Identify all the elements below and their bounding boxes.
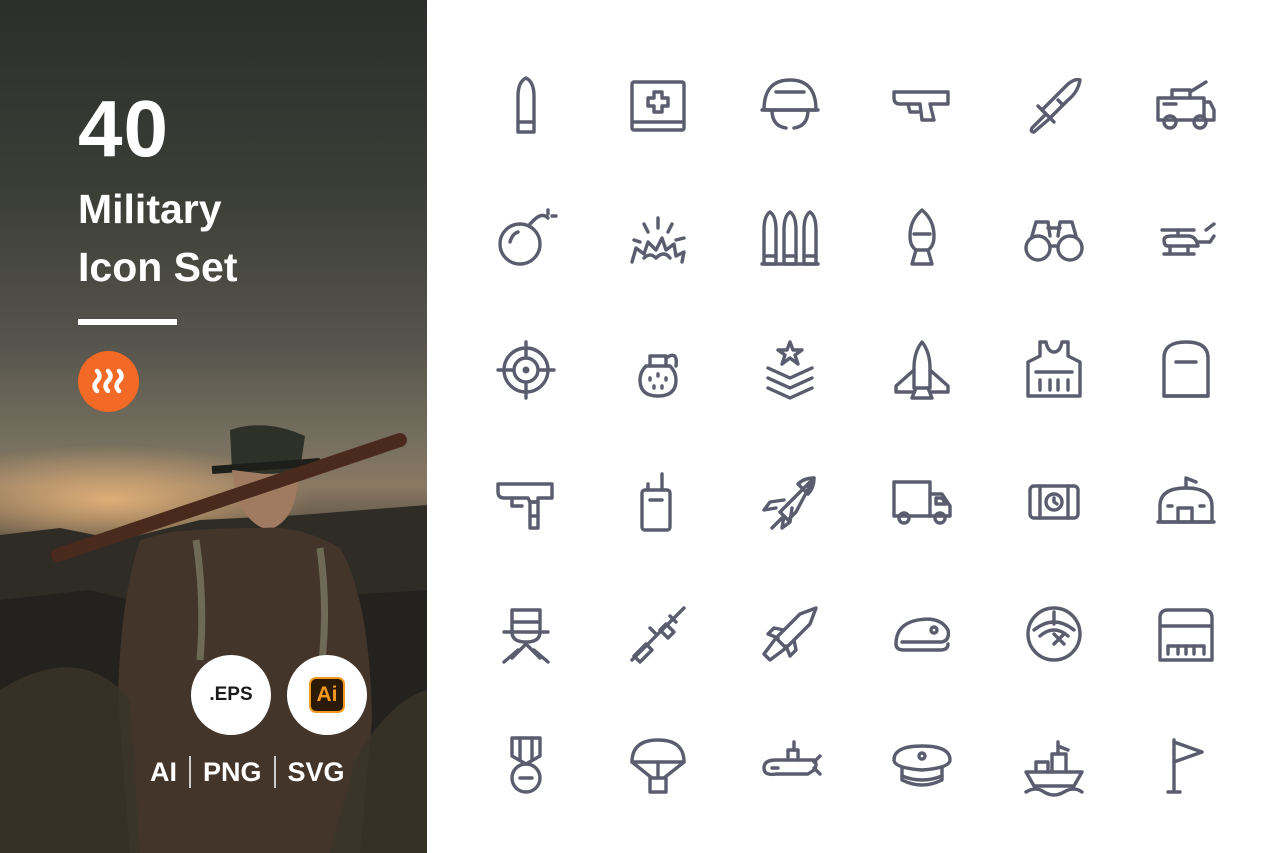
ai-label: Ai	[316, 683, 338, 706]
bomb-icon	[498, 208, 558, 266]
icon-tile	[592, 436, 724, 568]
icon-tile	[592, 40, 724, 172]
tombstone-icon	[1162, 340, 1210, 398]
icon-tile	[856, 700, 988, 832]
medal-icon	[510, 736, 542, 794]
beret-icon	[894, 617, 951, 652]
eps-label: .EPS	[209, 684, 253, 705]
bullet-icon	[516, 76, 536, 134]
sniper-rifle-icon	[630, 606, 686, 664]
icon-tile	[1120, 568, 1252, 700]
parachute-icon	[630, 738, 686, 794]
icon-tile	[988, 436, 1120, 568]
file-formats: AI PNG SVG	[150, 752, 345, 792]
icon-tile	[1120, 700, 1252, 832]
icon-count: 40	[78, 84, 169, 173]
icon-tile	[460, 172, 592, 304]
icon-tile	[460, 40, 592, 172]
illustrator-icon: Ai	[309, 677, 345, 713]
icon-tile	[856, 172, 988, 304]
icon-tile	[724, 700, 856, 832]
radar-icon	[1026, 606, 1082, 662]
fighter-jet-icon	[894, 340, 950, 400]
grenade-icon	[638, 353, 678, 398]
icon-tile	[724, 304, 856, 436]
icon-tile	[724, 172, 856, 304]
pistol-icon	[892, 90, 950, 122]
icon-tile	[988, 700, 1120, 832]
format-divider	[189, 756, 191, 788]
title-line-2: Icon Set	[78, 244, 238, 290]
icon-tile	[460, 304, 592, 436]
icon-tile	[856, 436, 988, 568]
ai-badge: Ai	[287, 655, 367, 735]
format-svg: SVG	[287, 756, 345, 787]
icon-tile	[1120, 172, 1252, 304]
icon-tile	[592, 568, 724, 700]
icon-tile	[592, 304, 724, 436]
crosshair-icon	[496, 340, 556, 400]
icon-tile	[988, 568, 1120, 700]
title-underline	[78, 319, 177, 325]
bulletproof-vest-icon	[1026, 340, 1082, 398]
icon-tile	[856, 40, 988, 172]
submarine-icon	[762, 740, 822, 777]
promo-panel: 40 Military Icon Set .EPS Ai AI PNG SVG	[0, 0, 427, 853]
bunker-icon	[1156, 476, 1216, 524]
armored-truck-icon	[1156, 80, 1216, 130]
helicopter-icon	[1160, 222, 1216, 256]
soldier-icon	[502, 608, 550, 664]
format-divider	[273, 756, 276, 788]
first-aid-kit-icon	[630, 80, 686, 132]
missile-icon	[762, 606, 818, 662]
icon-tile	[460, 436, 592, 568]
format-png: PNG	[203, 756, 262, 787]
icon-tile	[1120, 436, 1252, 568]
title-line-1: Military	[78, 186, 222, 232]
brand-waves-icon	[92, 368, 124, 394]
icon-tile	[988, 304, 1120, 436]
flag-icon	[1166, 738, 1204, 794]
icon-tile	[1120, 40, 1252, 172]
icon-tile	[592, 700, 724, 832]
eps-badge: .EPS	[191, 655, 271, 735]
icon-tile	[856, 568, 988, 700]
icon-tile	[724, 40, 856, 172]
icon-tile	[988, 172, 1120, 304]
combat-knife-icon	[1029, 77, 1082, 134]
walkie-talkie-icon	[640, 472, 672, 532]
icon-tile	[856, 304, 988, 436]
icon-tile	[724, 436, 856, 568]
dynamite-icon	[1028, 484, 1080, 520]
icon-tile	[460, 568, 592, 700]
officer-cap-icon	[892, 744, 952, 787]
binoculars-icon	[1024, 220, 1084, 262]
icon-tile	[460, 700, 592, 832]
icon-grid	[460, 40, 1250, 830]
rank-insignia-icon	[766, 340, 814, 400]
brand-logo	[78, 351, 139, 412]
format-ai: AI	[150, 756, 177, 787]
rocket-icon	[762, 476, 816, 530]
helmet-icon	[760, 78, 820, 130]
icon-tile	[724, 568, 856, 700]
barracks-icon	[1158, 608, 1214, 662]
mortar-shell-icon	[908, 208, 936, 266]
icon-tile	[1120, 304, 1252, 436]
icon-tile	[592, 172, 724, 304]
submachine-gun-icon	[496, 482, 554, 530]
explosion-icon	[630, 216, 686, 264]
military-truck-icon	[892, 480, 952, 525]
ammunition-icon	[760, 210, 820, 266]
icon-tile	[988, 40, 1120, 172]
warship-icon	[1024, 740, 1084, 797]
